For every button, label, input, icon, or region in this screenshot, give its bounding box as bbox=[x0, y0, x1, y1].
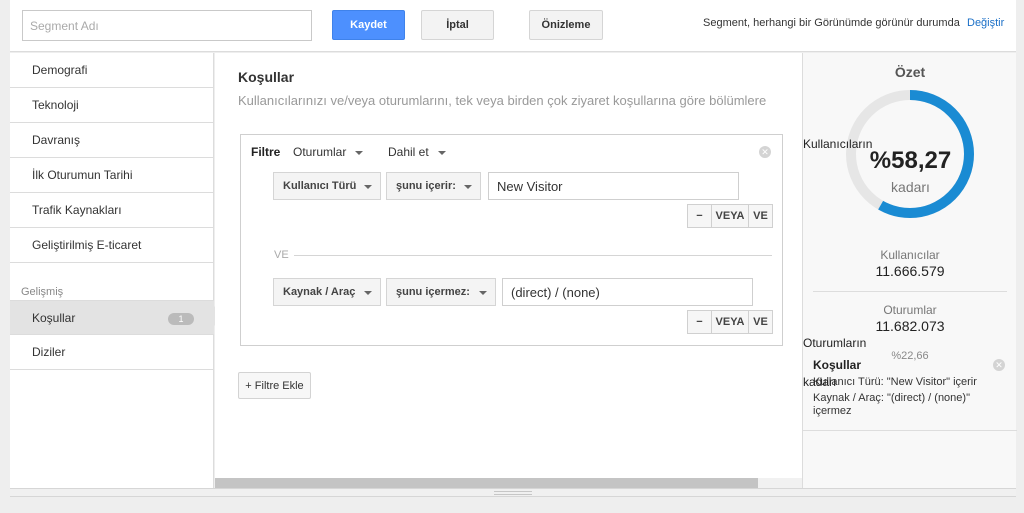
conditions-panel: Koşullar Kullanıcılarınızı ve/veya oturu… bbox=[215, 53, 802, 488]
filter-group: Filtre Oturumlar Dahil et ✕ Kullanıcı Tü… bbox=[240, 134, 783, 346]
add-filter-button[interactable]: + Filtre Ekle bbox=[238, 372, 311, 399]
summary-panel: Özet Kullanıcıların %58,27 kadarı Kullan… bbox=[802, 53, 1017, 488]
chevron-down-icon bbox=[364, 291, 372, 295]
condition-value-input[interactable]: New Visitor bbox=[488, 172, 739, 200]
users-share-percent: %58,27 bbox=[869, 147, 952, 174]
resize-grip-icon[interactable] bbox=[494, 491, 532, 495]
segment-name-input[interactable] bbox=[22, 10, 312, 41]
chevron-down-icon bbox=[464, 185, 472, 189]
remove-conditions-icon[interactable]: ✕ bbox=[993, 359, 1005, 371]
resize-strip[interactable] bbox=[10, 488, 1016, 497]
summary-title: Özet bbox=[894, 64, 926, 80]
dimension-select[interactable]: Kaynak / Araç bbox=[273, 278, 381, 306]
sidebar-item-demographics[interactable]: Demografi bbox=[10, 53, 214, 88]
sessions-stat-label: Oturumlar bbox=[883, 303, 937, 317]
remove-filter-icon[interactable]: ✕ bbox=[759, 146, 771, 158]
sidebar-item-enhanced-ecommerce[interactable]: Geliştirilmiş E-ticaret bbox=[10, 228, 214, 263]
filter-mode-dropdown[interactable]: Dahil et bbox=[388, 145, 446, 159]
chevron-down-icon bbox=[355, 150, 364, 155]
chevron-down-icon bbox=[479, 291, 487, 295]
users-stat-value: 11.666.579 bbox=[875, 263, 945, 279]
sessions-share-suffix: kadarı bbox=[803, 375, 837, 389]
sidebar-item-first-session-date[interactable]: İlk Oturumun Tarihi bbox=[10, 158, 214, 193]
sidebar-item-label: Trafik Kaynakları bbox=[32, 203, 122, 217]
filter-label: Filtre bbox=[251, 145, 281, 159]
sidebar-item-label: Davranış bbox=[32, 133, 81, 147]
sidebar-item-label: Geliştirilmiş E-ticaret bbox=[32, 238, 142, 252]
sidebar-item-label: İlk Oturumun Tarihi bbox=[32, 168, 133, 182]
users-share-suffix: kadarı bbox=[891, 179, 930, 195]
sidebar-item-label: Demografi bbox=[32, 63, 88, 77]
sessions-stat-value: 11.682.073 bbox=[875, 318, 945, 334]
segment-toolbar: Kaydet İptal Önizleme Segment, herhangi … bbox=[10, 0, 1016, 52]
dimension-value: Kullanıcı Türü bbox=[283, 180, 357, 192]
sidebar-item-technology[interactable]: Teknoloji bbox=[10, 88, 214, 123]
condition-value-input[interactable]: (direct) / (none) bbox=[502, 278, 753, 306]
operator-select[interactable]: şunu içermez: bbox=[386, 278, 496, 306]
preview-button[interactable]: Önizleme bbox=[529, 10, 603, 40]
dimension-select[interactable]: Kullanıcı Türü bbox=[273, 172, 381, 200]
remove-condition-button[interactable]: − bbox=[687, 310, 712, 334]
conditions-summary: Koşullar ✕ Kullanıcı Türü: "New Visitor"… bbox=[803, 350, 1017, 431]
sidebar-item-conditions[interactable]: Koşullar 1 bbox=[10, 300, 214, 335]
users-stat-label: Kullanıcılar bbox=[880, 248, 940, 262]
page-title: Koşullar bbox=[238, 69, 295, 85]
chevron-down-icon bbox=[364, 185, 372, 189]
page-subtitle: Kullanıcılarınızı ve/veya oturumlarını, … bbox=[238, 93, 767, 108]
segment-category-nav: Demografi Teknoloji Davranış İlk Oturumu… bbox=[10, 53, 214, 488]
filter-scope-value: Oturumlar bbox=[293, 145, 347, 159]
sidebar-item-label: Koşullar bbox=[32, 310, 76, 325]
conditions-summary-title: Koşullar bbox=[813, 358, 862, 372]
and-separator-line bbox=[294, 255, 772, 256]
visibility-text: Segment, herhangi bir Görünümde görünür … bbox=[703, 17, 960, 29]
sidebar-item-traffic-sources[interactable]: Trafik Kaynakları bbox=[10, 193, 214, 228]
condition-count-badge: 1 bbox=[168, 313, 194, 325]
advanced-section-heading: Gelişmiş bbox=[21, 286, 64, 298]
filter-mode-value: Dahil et bbox=[388, 145, 429, 159]
remove-condition-button[interactable]: − bbox=[687, 204, 712, 228]
and-button[interactable]: VE bbox=[748, 310, 773, 334]
sidebar-item-sequences[interactable]: Diziler bbox=[10, 335, 214, 370]
filter-scope-dropdown[interactable]: Oturumlar bbox=[293, 145, 364, 159]
save-button[interactable]: Kaydet bbox=[332, 10, 405, 40]
horizontal-scrollbar[interactable] bbox=[215, 478, 802, 488]
operator-value: şunu içermez: bbox=[396, 286, 470, 298]
condition-summary-line: Kullanıcı Türü: "New Visitor" içerir bbox=[813, 376, 977, 388]
chevron-down-icon bbox=[437, 150, 446, 155]
cancel-button[interactable]: İptal bbox=[421, 10, 494, 40]
operator-select[interactable]: şunu içerir: bbox=[386, 172, 481, 200]
change-visibility-link[interactable]: Değiştir bbox=[967, 17, 1004, 29]
or-button[interactable]: VEYA bbox=[711, 204, 749, 228]
stat-divider bbox=[813, 291, 1007, 292]
scrollbar-thumb[interactable] bbox=[215, 478, 758, 488]
dimension-value: Kaynak / Araç bbox=[283, 286, 356, 298]
sidebar-item-behavior[interactable]: Davranış bbox=[10, 123, 214, 158]
and-separator-label: VE bbox=[274, 249, 289, 261]
condition-summary-line: Kaynak / Araç: "(direct) / (none)" içerm… bbox=[813, 392, 970, 417]
segment-editor: Kaydet İptal Önizleme Segment, herhangi … bbox=[0, 0, 1024, 513]
sidebar-item-label: Diziler bbox=[32, 345, 66, 359]
or-button[interactable]: VEYA bbox=[711, 310, 749, 334]
operator-value: şunu içerir: bbox=[396, 180, 456, 192]
sidebar-item-label: Teknoloji bbox=[32, 98, 79, 112]
and-button[interactable]: VE bbox=[748, 204, 773, 228]
sessions-share-label: Oturumların bbox=[803, 336, 867, 350]
